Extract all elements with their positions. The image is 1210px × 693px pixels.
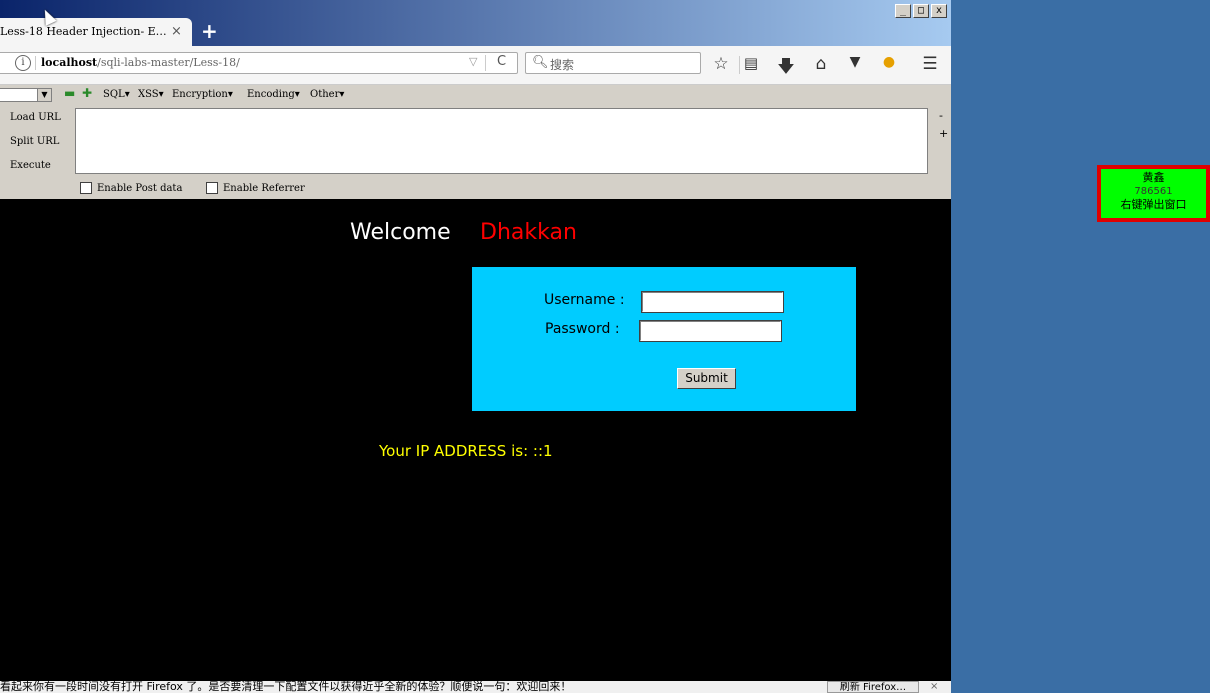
window-controls: _ □ x (895, 4, 947, 18)
execute-button[interactable]: Execute (10, 160, 51, 171)
username-input[interactable] (641, 291, 784, 313)
menu-encoding[interactable]: Encoding▾ (247, 89, 300, 100)
star-icon[interactable]: ☆ (711, 54, 731, 74)
desktop-widget[interactable]: 黄鑫 786561 右键弹出窗口 (1097, 165, 1210, 222)
grow-button[interactable]: + (939, 127, 948, 140)
url-text[interactable]: localhost/sqli-labs-master/Less-18/ (41, 56, 240, 69)
password-label: Password : (545, 321, 620, 337)
widget-hint: 右键弹出窗口 (1120, 198, 1187, 211)
toolbar-separator (739, 56, 740, 74)
menu-other[interactable]: Other▾ (310, 89, 344, 100)
widget-name: 黄鑫 (1142, 171, 1165, 184)
refresh-firefox-button[interactable]: 刷新 Firefox… (827, 681, 919, 693)
login-form: Username : Password : Submit (472, 267, 856, 411)
welcome-name: Dhakkan (480, 220, 577, 245)
shrink-button[interactable]: - (939, 109, 943, 122)
browser-window: _ □ x Less-18 Header Injection- E… × + i… (0, 0, 951, 693)
download-icon[interactable]: 🡇 (776, 54, 796, 83)
reading-list-icon[interactable]: ▤ (741, 54, 761, 72)
hackbar-select[interactable]: ▼ (0, 88, 52, 102)
info-icon[interactable]: i (15, 55, 31, 71)
page-content: Welcome Dhakkan Username : Password : Su… (0, 199, 951, 681)
menu-sql[interactable]: SQL▾ (103, 89, 130, 100)
password-input[interactable] (639, 320, 782, 342)
increase-icon[interactable]: ✚ (82, 86, 92, 100)
search-input[interactable]: 🔍︎ 搜索 (525, 52, 701, 74)
tab-close-icon[interactable]: × (171, 24, 182, 39)
tab-title: Less-18 Header Injection- E… (0, 25, 167, 38)
url-separator (35, 56, 36, 70)
maximize-button[interactable]: □ (913, 4, 929, 18)
close-window-button[interactable]: x (931, 4, 947, 18)
url-path: /sqli-labs-master/Less-18/ (97, 56, 240, 69)
menu-icon[interactable]: ☰ (920, 54, 940, 74)
username-label: Username : (544, 292, 625, 308)
hackbar-panel: ▼ ▬ ✚ SQL▾ XSS▾ Encryption▾ Encoding▾ Ot… (0, 85, 951, 198)
hackbar-url-textarea[interactable] (75, 108, 928, 174)
address-bar[interactable]: i localhost/sqli-labs-master/Less-18/ ▽ … (0, 52, 518, 74)
url-divider (485, 55, 486, 71)
title-bar: _ □ x Less-18 Header Injection- E… × + (0, 0, 951, 46)
enable-referrer-label: Enable Referrer (223, 182, 305, 194)
navigation-toolbar: i localhost/sqli-labs-master/Less-18/ ▽ … (0, 46, 951, 85)
home-icon[interactable]: ⌂ (811, 54, 831, 74)
notification-message: 看起来你有一段时间没有打开 Firefox 了。是否要清理一下配置文件以获得近乎… (0, 681, 572, 693)
history-dropdown-icon[interactable]: ▽ (469, 55, 477, 68)
enable-post-label: Enable Post data (97, 182, 183, 194)
menu-encryption[interactable]: Encryption▾ (172, 89, 233, 100)
search-icon: 🔍︎ (532, 55, 549, 70)
minimize-button[interactable]: _ (895, 4, 911, 18)
chevron-down-icon[interactable]: ▼ (37, 89, 51, 101)
load-url-button[interactable]: Load URL (10, 112, 61, 123)
enable-referrer-checkbox[interactable]: Enable Referrer (206, 182, 305, 194)
pocket-icon[interactable]: ▼ (845, 54, 865, 70)
reload-icon[interactable]: C (497, 54, 506, 69)
close-notification-icon[interactable]: × (930, 681, 938, 693)
widget-number: 786561 (1134, 186, 1173, 197)
search-placeholder: 搜索 (550, 58, 575, 72)
post-checkbox-box[interactable] (80, 182, 92, 194)
submit-button[interactable]: Submit (677, 368, 736, 389)
ip-address-text: Your IP ADDRESS is: ::1 (379, 442, 553, 460)
decrease-icon[interactable]: ▬ (64, 86, 75, 100)
referrer-checkbox-box[interactable] (206, 182, 218, 194)
enable-post-checkbox[interactable]: Enable Post data (80, 182, 182, 194)
desktop-background (951, 0, 1210, 693)
menu-xss[interactable]: XSS▾ (138, 89, 164, 100)
tab-active[interactable]: Less-18 Header Injection- E… × (0, 18, 192, 46)
url-host: localhost (41, 56, 98, 69)
notification-bar: 看起来你有一段时间没有打开 Firefox 了。是否要清理一下配置文件以获得近乎… (0, 681, 951, 693)
split-url-button[interactable]: Split URL (10, 136, 59, 147)
extension-icon[interactable]: ● (879, 54, 899, 70)
welcome-text: Welcome (350, 220, 451, 245)
new-tab-button[interactable]: + (201, 19, 218, 43)
